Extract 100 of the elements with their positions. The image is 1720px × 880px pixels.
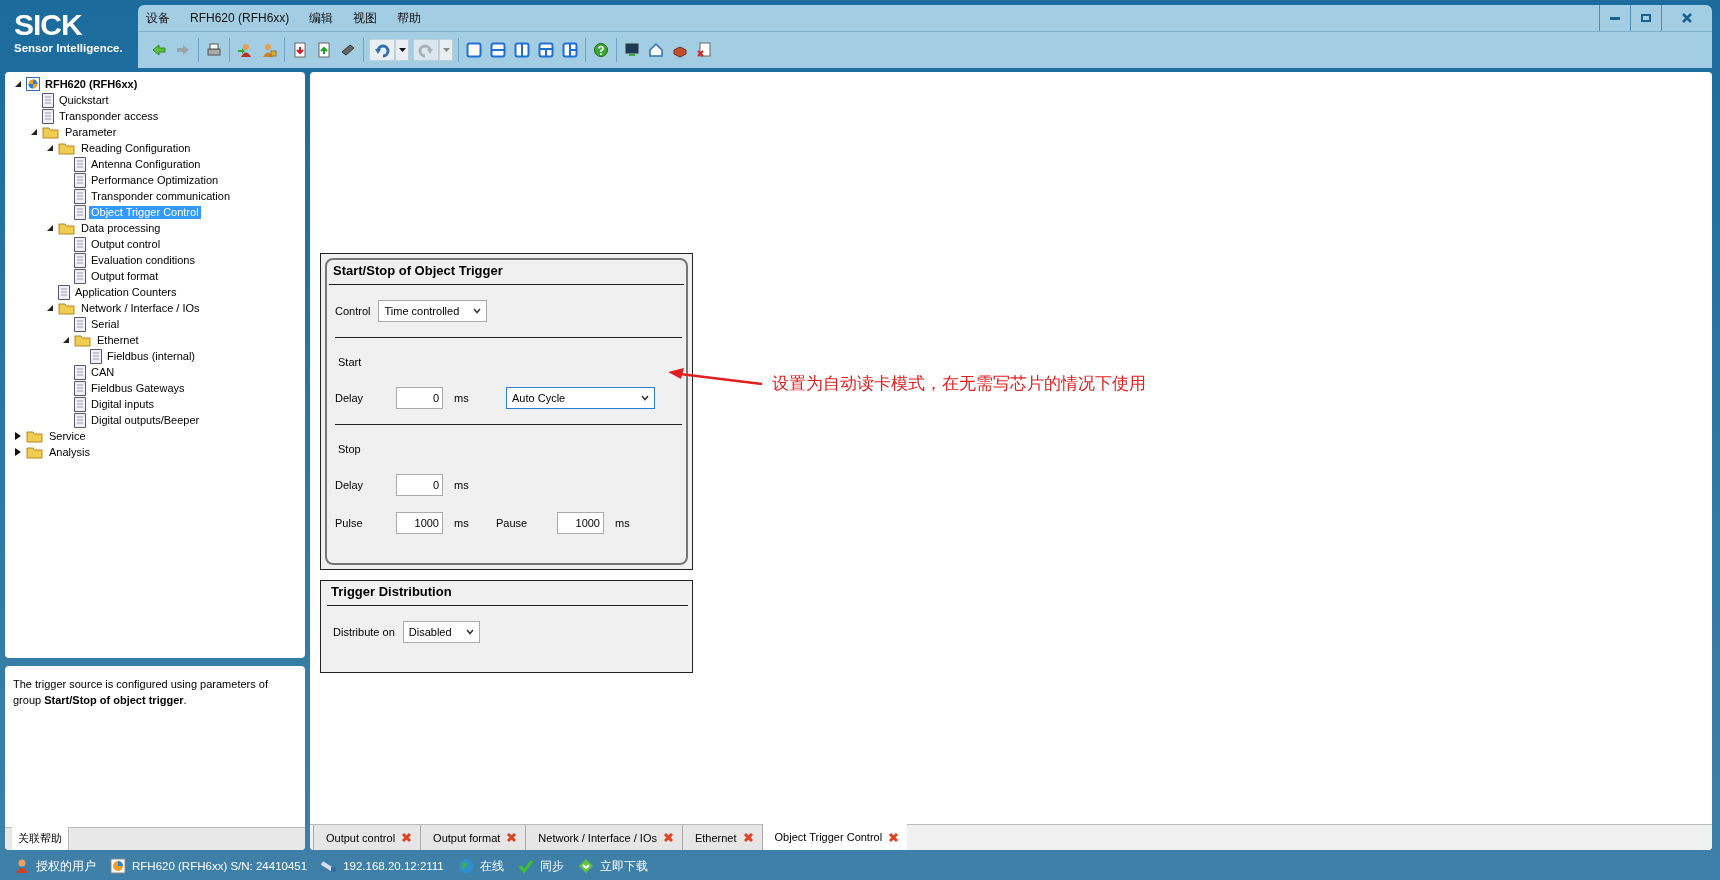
maximize-icon [1641, 14, 1651, 22]
folder-icon [26, 445, 44, 459]
tagline: Sensor Intelligence. [14, 42, 123, 54]
redo-icon [418, 42, 434, 58]
tree-item[interactable]: RFH620 (RFH6xx) [43, 77, 140, 91]
document-icon [90, 348, 102, 364]
folder-icon [26, 429, 44, 443]
toolbar-button[interactable] [369, 39, 395, 61]
document-icon [42, 108, 54, 124]
folder-icon [58, 141, 76, 155]
chevron-icon [641, 395, 649, 401]
dropdown[interactable]: Disabled [402, 621, 480, 643]
document-close-icon [696, 42, 712, 58]
unit-label: ms [453, 517, 470, 529]
globe-icon [457, 858, 474, 874]
tree-item[interactable]: Performance Optimization [89, 173, 221, 187]
document-icon [74, 252, 86, 268]
unit-label: ms [453, 392, 470, 404]
tree-item[interactable]: Output format [89, 269, 161, 283]
document-down-icon [292, 42, 308, 58]
chip-icon [340, 42, 356, 58]
document-icon [74, 316, 86, 332]
document-icon [74, 380, 86, 396]
split-rows-icon [490, 42, 506, 58]
close-icon [742, 832, 754, 843]
input-field[interactable]: 0 [396, 387, 443, 409]
help-icon [593, 42, 609, 58]
status-text: 立即下载 [599, 858, 648, 874]
document-icon [74, 412, 86, 428]
split-columns-icon [514, 42, 530, 58]
input-field[interactable]: 0 [396, 474, 443, 496]
tree-item[interactable]: Network / Interface / IOs [79, 301, 202, 315]
unit-label: ms [453, 479, 470, 491]
tree-item[interactable]: Digital inputs [89, 397, 156, 411]
status-text: 192.168.20.12:2111 [343, 860, 444, 872]
tree-item[interactable]: Quickstart [57, 93, 111, 107]
status-text: 在线 [479, 858, 504, 874]
menu-item[interactable]: 设备 [138, 5, 180, 31]
folder-icon [58, 301, 76, 315]
menu-item[interactable]: RFH620 (RFH6xx) [180, 5, 300, 31]
annotation-text: 设置为自动读卡模式，在无需写芯片的情况下使用 [772, 373, 1146, 395]
document-tab[interactable]: Network / Interface / IOs [525, 825, 682, 850]
field-label: Control [335, 305, 372, 317]
document-tab[interactable]: Output format [420, 825, 526, 850]
tree-item[interactable]: Parameter [63, 125, 119, 139]
tree-item[interactable]: Output control [89, 237, 163, 251]
tree-item[interactable]: Reading Configuration [79, 141, 193, 155]
document-icon [74, 156, 86, 172]
folder-icon [58, 221, 76, 235]
input-field[interactable]: 1000 [557, 512, 604, 534]
document-icon [58, 284, 70, 300]
field-label: Delay [335, 392, 365, 404]
tree-item[interactable]: Evaluation conditions [89, 253, 197, 267]
tree-item[interactable]: Digital outputs/Beeper [89, 413, 202, 427]
grid-layout-icon [562, 42, 578, 58]
caret-icon [442, 48, 450, 52]
field-label: Pause [496, 517, 529, 529]
tree-item[interactable]: Transponder communication [89, 189, 232, 203]
document-icon [74, 236, 86, 252]
tree-item[interactable]: CAN [89, 365, 117, 379]
tree-item[interactable]: Fieldbus Gateways [89, 381, 187, 395]
field-label: Distribute on [333, 626, 396, 638]
tree-item[interactable]: Service [47, 429, 88, 443]
monitor-icon [624, 42, 640, 58]
document-up-icon [316, 42, 332, 58]
tree-item[interactable]: Data processing [79, 221, 163, 235]
user-icon [14, 858, 30, 874]
menu-item[interactable]: 视图 [343, 5, 388, 31]
minimize-icon [1610, 16, 1620, 20]
menu-item[interactable]: 帮助 [387, 5, 432, 31]
input-field[interactable]: 1000 [396, 512, 443, 534]
tree-item[interactable]: Transponder access [57, 109, 161, 123]
tree-item[interactable]: Application Counters [73, 285, 179, 299]
split-layout-icon [538, 42, 554, 58]
help-tab[interactable]: 关联帮助 [12, 827, 69, 850]
caret-icon [398, 48, 406, 52]
document-tab[interactable]: Object Trigger Control [761, 824, 908, 850]
section-heading: Start [338, 356, 362, 368]
tree-item[interactable]: Analysis [47, 445, 92, 459]
window-layout-icon [466, 42, 482, 58]
section-heading: Stop [338, 443, 361, 455]
dropdown[interactable]: Time controlled [378, 300, 488, 322]
folder-icon [74, 333, 92, 347]
tree-item[interactable]: Fieldbus (internal) [105, 349, 198, 363]
dropdown-button[interactable] [395, 39, 409, 61]
unit-label: ms [614, 517, 631, 529]
close-icon [888, 831, 900, 843]
tree-item[interactable]: Serial [89, 317, 122, 331]
user-lock-icon [261, 42, 277, 58]
document-tab[interactable]: Output control [313, 825, 421, 850]
field-label: Pulse [335, 517, 364, 529]
close-icon [506, 832, 518, 843]
back-arrow-icon [151, 42, 167, 58]
tree-item[interactable]: Ethernet [95, 333, 141, 347]
document-tab[interactable]: Ethernet [681, 825, 762, 850]
field-label: Delay [335, 479, 365, 491]
tree-item[interactable]: Antenna Configuration [89, 157, 203, 171]
group-title: Start/Stop of Object Trigger [333, 263, 503, 278]
menu-item[interactable]: 编辑 [299, 5, 344, 31]
dropdown[interactable]: Auto Cycle [506, 387, 655, 409]
